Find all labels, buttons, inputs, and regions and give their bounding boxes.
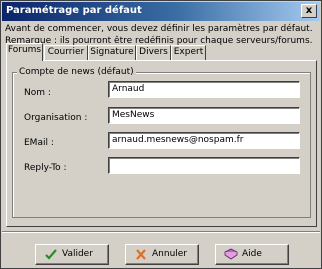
tab-courrier[interactable]: Courrier [44,45,88,60]
tab-expert[interactable]: Expert [171,45,206,60]
settings-dialog: Paramétrage par défaut x Avant de commen… [0,0,322,269]
nom-label: Nom : [24,88,51,98]
valider-button[interactable]: Valider [35,244,109,265]
help-book-icon [224,248,238,261]
aide-label: Aide [242,249,262,259]
email-label: EMail : [24,138,54,148]
check-icon [44,248,58,261]
organisation-field[interactable]: MesNews [108,107,300,124]
title-bar[interactable]: Paramétrage par défaut x [2,2,320,21]
replyto-field[interactable] [108,157,300,174]
tab-divers[interactable]: Divers [136,45,171,60]
intro-text: Avant de commencer, vous devez définir l… [5,23,319,47]
tab-signature[interactable]: Signature [88,45,136,60]
email-field[interactable]: arnaud.mesnews@nospam.fr [108,132,300,149]
replyto-label: Reply-To : [24,163,67,173]
group-title: Compte de news (défaut) [17,67,136,77]
annuler-label: Annuler [152,249,188,259]
intro-line-1: Avant de commencer, vous devez définir l… [5,24,313,34]
valider-label: Valider [62,249,93,259]
close-icon: x [305,5,313,16]
close-button[interactable]: x [301,4,317,18]
aide-button[interactable]: Aide [215,244,289,265]
nom-field[interactable]: Arnaud [108,81,300,98]
dialog-title: Paramétrage par défaut [6,5,142,16]
x-icon [134,248,148,261]
annuler-button[interactable]: Annuler [125,244,199,265]
organisation-label: Organisation : [24,113,88,123]
tab-forums[interactable]: Forums [6,43,43,61]
button-separator [2,231,320,233]
